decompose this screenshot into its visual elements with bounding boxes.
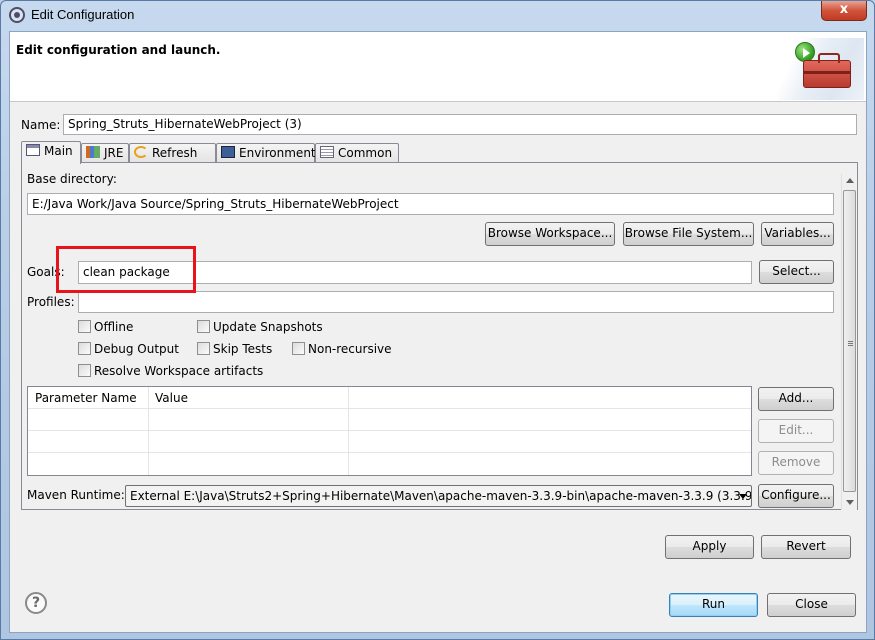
name-input[interactable]: Spring_Struts_HibernateWebProject (3)	[63, 114, 857, 135]
tab-jre[interactable]: JRE	[81, 143, 129, 163]
run-button[interactable]: Run	[669, 593, 758, 617]
browse-workspace-button[interactable]: Browse Workspace...	[485, 222, 615, 246]
help-icon[interactable]: ?	[25, 592, 47, 614]
refresh-icon	[134, 146, 148, 158]
update-snapshots-checkbox-box[interactable]	[197, 320, 210, 333]
resolve-workspace-checkbox-box[interactable]	[78, 364, 91, 377]
main-tab-icon	[26, 144, 40, 156]
base-directory-label: Base directory:	[27, 172, 117, 186]
maven-runtime-select[interactable]: External E:\Java\Struts2+Spring+Hibernat…	[125, 485, 752, 507]
resolve-workspace-label: Resolve Workspace artifacts	[94, 364, 264, 378]
revert-button[interactable]: Revert	[761, 535, 851, 559]
goals-input[interactable]: clean package	[78, 261, 752, 284]
scroll-down-arrow-icon[interactable]	[846, 500, 854, 505]
toolbox-icon	[803, 53, 851, 88]
tab-environment[interactable]: Environment	[216, 143, 316, 163]
add-parameter-button[interactable]: Add...	[758, 387, 834, 411]
tab-main[interactable]: Main	[21, 141, 81, 164]
scrollbar-thumb[interactable]	[843, 190, 856, 492]
dialog-header: Edit configuration and launch.	[10, 32, 866, 102]
run-play-icon	[795, 42, 815, 62]
configure-button[interactable]: Configure...	[758, 484, 834, 508]
debug-output-label: Debug Output	[94, 342, 179, 356]
skip-tests-checkbox-box[interactable]	[197, 342, 210, 355]
environment-icon	[221, 146, 235, 158]
column-header-value[interactable]: Value	[155, 391, 188, 405]
tab-common[interactable]: Common	[315, 143, 399, 163]
variables-button[interactable]: Variables...	[761, 222, 834, 246]
edit-configuration-window: Edit Configuration x Edit configuration …	[0, 0, 875, 640]
profiles-input[interactable]	[78, 291, 834, 313]
name-label: Name:	[21, 118, 61, 132]
offline-checkbox[interactable]: Offline	[78, 320, 133, 334]
offline-checkbox-box[interactable]	[78, 320, 91, 333]
tab-refresh[interactable]: Refresh	[129, 143, 216, 163]
maven-runtime-value: External E:\Java\Struts2+Spring+Hibernat…	[130, 489, 752, 503]
update-snapshots-label: Update Snapshots	[213, 320, 323, 334]
header-title: Edit configuration and launch.	[16, 43, 221, 57]
common-icon	[320, 146, 334, 158]
dialog-client-area: Edit configuration and launch. Name: Spr…	[9, 31, 867, 633]
column-header-parameter-name[interactable]: Parameter Name	[35, 391, 137, 405]
table-row[interactable]	[28, 431, 751, 453]
title-bar[interactable]: Edit Configuration x	[1, 1, 874, 29]
table-row[interactable]	[28, 453, 751, 475]
profiles-label: Profiles:	[27, 295, 75, 309]
tab-jre-label: JRE	[104, 146, 124, 160]
browse-file-system-button[interactable]: Browse File System...	[623, 222, 754, 246]
jre-icon	[86, 146, 100, 158]
parameter-table-header: Parameter Name Value	[28, 387, 751, 409]
close-button[interactable]: Close	[767, 593, 856, 617]
tab-refresh-label: Refresh	[152, 146, 198, 160]
eclipse-app-icon	[9, 7, 25, 23]
window-close-button[interactable]: x	[821, 1, 867, 21]
debug-output-checkbox[interactable]: Debug Output	[78, 342, 179, 356]
window-title: Edit Configuration	[31, 7, 135, 22]
goals-label: Goals:	[27, 265, 65, 279]
maven-runtime-label: Maven Runtime:	[27, 488, 125, 502]
remove-parameter-button[interactable]: Remove	[758, 451, 834, 475]
edit-parameter-button[interactable]: Edit...	[758, 419, 834, 443]
offline-label: Offline	[94, 320, 134, 334]
skip-tests-checkbox[interactable]: Skip Tests	[197, 342, 272, 356]
non-recursive-checkbox-box[interactable]	[292, 342, 305, 355]
parameter-table[interactable]: Parameter Name Value	[27, 386, 752, 476]
select-goals-button[interactable]: Select...	[759, 260, 834, 284]
base-directory-input[interactable]: E:/Java Work/Java Source/Spring_Struts_H…	[27, 193, 834, 215]
non-recursive-label: Non-recursive	[308, 342, 392, 356]
table-row[interactable]	[28, 409, 751, 431]
apply-button[interactable]: Apply	[665, 535, 754, 559]
skip-tests-label: Skip Tests	[213, 342, 273, 356]
vertical-scrollbar[interactable]	[841, 174, 857, 510]
tab-common-label: Common	[338, 146, 393, 160]
non-recursive-checkbox[interactable]: Non-recursive	[292, 342, 392, 356]
tab-main-label: Main	[44, 144, 73, 158]
chevron-down-icon[interactable]	[739, 494, 747, 499]
grip-icon	[848, 341, 853, 347]
scroll-up-arrow-icon[interactable]	[846, 178, 854, 183]
tab-environment-label: Environment	[239, 146, 316, 160]
debug-output-checkbox-box[interactable]	[78, 342, 91, 355]
resolve-workspace-checkbox[interactable]: Resolve Workspace artifacts	[78, 364, 263, 378]
update-snapshots-checkbox[interactable]: Update Snapshots	[197, 320, 323, 334]
